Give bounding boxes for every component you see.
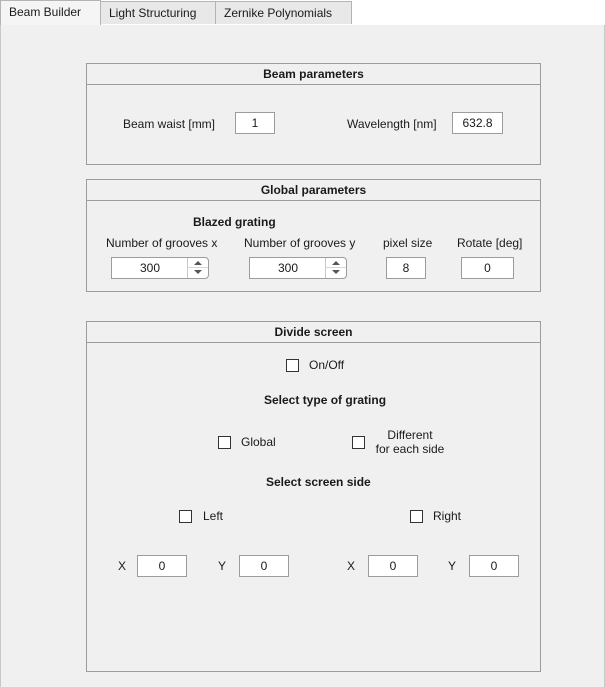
right-y-label: Y <box>448 559 457 573</box>
different-grating-label: Different for each side <box>373 428 447 456</box>
beam-waist-label: Beam waist [mm] <box>123 117 216 131</box>
tab-light-structuring[interactable]: Light Structuring <box>100 1 216 24</box>
pixel-size-label: pixel size <box>383 236 433 250</box>
grooves-y-label: Number of grooves y <box>244 236 356 250</box>
left-side-checkbox[interactable] <box>179 510 192 523</box>
rotate-label: Rotate [deg] <box>457 236 523 250</box>
grooves-x-spinner[interactable]: 300 <box>111 257 209 279</box>
right-x-field[interactable] <box>368 555 418 577</box>
beam-waist-field[interactable] <box>235 112 275 134</box>
grooves-y-increment-button[interactable] <box>326 258 346 268</box>
different-grating-label-line2: for each side <box>375 442 445 456</box>
different-grating-checkbox[interactable] <box>352 436 365 449</box>
left-x-label: X <box>118 559 127 573</box>
on-off-label: On/Off <box>309 358 345 372</box>
left-y-label: Y <box>218 559 227 573</box>
global-grating-label: Global <box>241 435 276 449</box>
tab-zernike-polynomials[interactable]: Zernike Polynomials <box>215 1 352 24</box>
right-x-label: X <box>347 559 356 573</box>
wavelength-field[interactable] <box>452 112 503 134</box>
grooves-x-value: 300 <box>139 261 161 275</box>
grooves-y-value: 300 <box>277 261 299 275</box>
arrow-up-icon <box>332 261 340 265</box>
select-grating-heading: Select type of grating <box>264 393 387 407</box>
right-y-field[interactable] <box>469 555 519 577</box>
grooves-y-spinner[interactable]: 300 <box>249 257 347 279</box>
grooves-x-increment-button[interactable] <box>188 258 208 268</box>
left-side-label: Left <box>203 509 224 523</box>
beam-parameters-title: Beam parameters <box>87 64 540 85</box>
pixel-size-field[interactable] <box>386 257 426 279</box>
left-y-field[interactable] <box>239 555 289 577</box>
blazed-grating-label: Blazed grating <box>193 215 276 229</box>
grooves-x-arrows <box>187 258 208 278</box>
arrow-up-icon <box>194 261 202 265</box>
on-off-checkbox[interactable] <box>286 359 299 372</box>
tab-beam-builder[interactable]: Beam Builder <box>0 0 101 25</box>
arrow-down-icon <box>332 270 340 274</box>
global-parameters-panel: Global parameters Blazed grating Number … <box>86 179 541 292</box>
rotate-field[interactable] <box>461 257 514 279</box>
wavelength-label: Wavelength [nm] <box>347 117 437 131</box>
right-side-checkbox[interactable] <box>410 510 423 523</box>
different-grating-label-line1: Different <box>387 428 433 442</box>
global-parameters-title: Global parameters <box>87 180 540 201</box>
left-x-field[interactable] <box>137 555 187 577</box>
grooves-x-label: Number of grooves x <box>106 236 218 250</box>
beam-parameters-panel: Beam parameters Beam waist [mm] Waveleng… <box>86 63 541 165</box>
global-grating-checkbox[interactable] <box>218 436 231 449</box>
select-side-heading: Select screen side <box>266 475 371 489</box>
arrow-down-icon <box>194 270 202 274</box>
divide-screen-panel: Divide screen On/Off Select type of grat… <box>86 321 541 672</box>
grooves-x-decrement-button[interactable] <box>188 268 208 278</box>
grooves-y-arrows <box>325 258 346 278</box>
divide-screen-title: Divide screen <box>87 322 540 343</box>
tab-bar: Beam Builder Light Structuring Zernike P… <box>0 0 605 26</box>
right-side-label: Right <box>433 509 462 523</box>
grooves-y-decrement-button[interactable] <box>326 268 346 278</box>
